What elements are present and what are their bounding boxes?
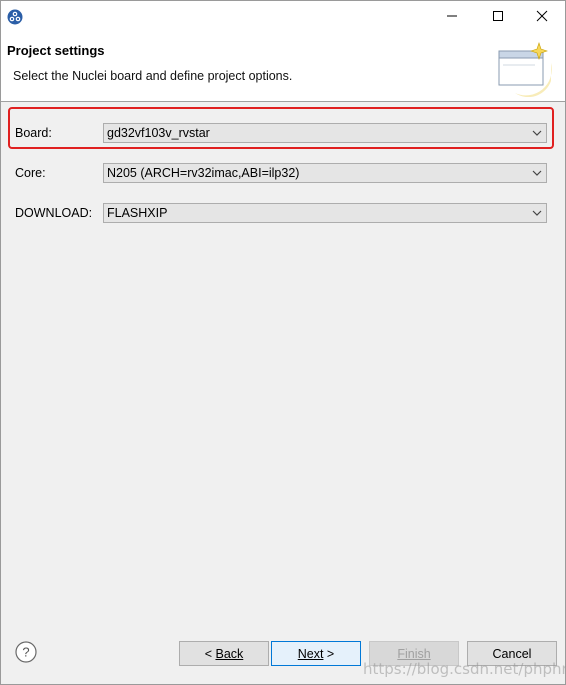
close-icon [536,10,548,22]
watermark-text: https://blog.csdn.net/phphro [363,660,566,678]
core-select[interactable]: N205 (ARCH=rv32imac,ABI=ilp32) [103,163,547,183]
help-icon[interactable]: ? [15,641,37,663]
next-button-suffix: > [323,646,335,661]
close-button[interactable] [519,1,565,31]
page-description: Select the Nuclei board and define proje… [13,69,293,83]
back-button-prefix: < [204,646,216,661]
wizard-header: Project settings Select the Nuclei board… [1,31,565,102]
download-select[interactable]: FLASHXIP [103,203,547,223]
app-logo-icon [7,9,23,25]
board-select-value: gd32vf103v_rvstar [107,126,210,140]
chevron-down-icon [532,170,542,176]
core-select-value: N205 (ARCH=rv32imac,ABI=ilp32) [107,166,300,180]
cancel-button-label: Cancel [492,646,532,661]
chevron-down-icon [532,130,542,136]
maximize-icon [493,11,503,21]
project-settings-dialog: Project settings Select the Nuclei board… [0,0,566,685]
next-button-label: Next [297,646,324,661]
minimize-icon [447,15,457,17]
title-bar [1,1,565,31]
back-button[interactable]: < Back [179,641,269,666]
download-select-value: FLASHXIP [107,206,168,220]
board-select[interactable]: gd32vf103v_rvstar [103,123,547,143]
finish-button-label: Finish [397,646,431,661]
help-glyph: ? [22,645,29,660]
board-label: Board: [15,126,52,140]
chevron-down-icon [532,210,542,216]
maximize-button[interactable] [475,1,521,31]
back-button-label: Back [215,646,244,661]
core-label: Core: [15,166,46,180]
wizard-banner-icon [498,42,552,97]
download-label: DOWNLOAD: [15,206,93,220]
next-button[interactable]: Next > [271,641,361,666]
page-title: Project settings [7,43,105,58]
minimize-button[interactable] [429,1,475,31]
